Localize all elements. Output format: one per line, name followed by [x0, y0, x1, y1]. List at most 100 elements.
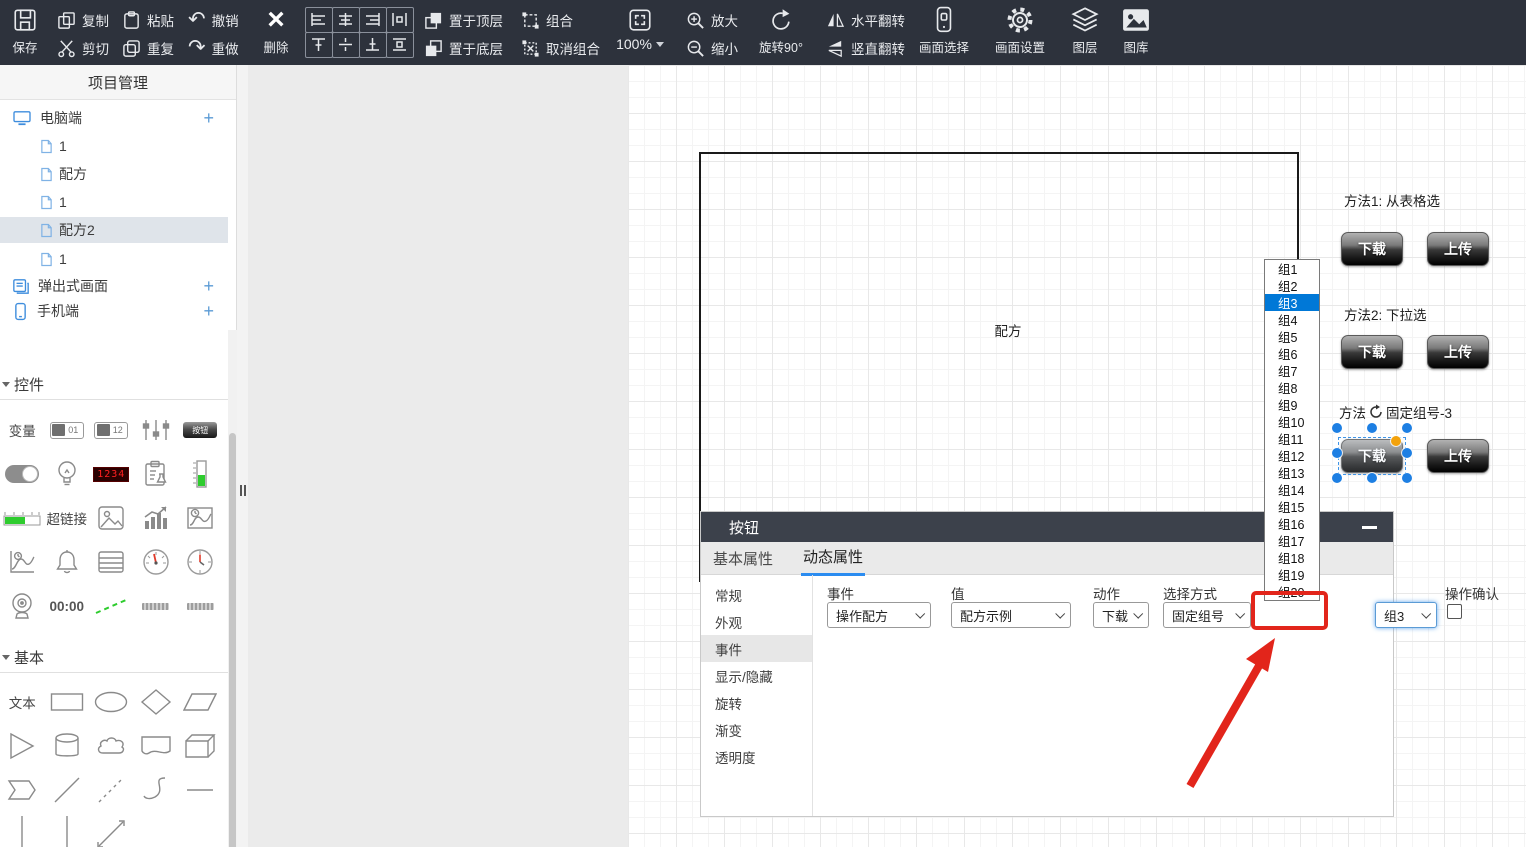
shape-parallelogram[interactable] — [178, 680, 223, 724]
dropdown-item[interactable]: 组6 — [1265, 345, 1319, 362]
event-select[interactable]: 操作配方 — [827, 602, 931, 628]
widget-trend-text[interactable] — [134, 584, 179, 628]
dropdown-item[interactable]: 组11 — [1265, 430, 1319, 447]
dropdown-item[interactable]: 组16 — [1265, 515, 1319, 532]
widget-bar-chart[interactable] — [134, 496, 179, 540]
method1-title[interactable]: 方法1: 从表格选 — [1344, 190, 1440, 210]
widget-gauge[interactable] — [134, 540, 179, 584]
panel-splitter[interactable] — [236, 65, 248, 847]
method2-title[interactable]: 方法2: 下拉选 — [1344, 304, 1427, 324]
distribute-h-button[interactable] — [386, 7, 414, 33]
widget-alarm-bell[interactable] — [45, 540, 90, 584]
shape-triangle[interactable] — [0, 724, 45, 768]
menu-item-opacity[interactable]: 透明度 — [701, 743, 812, 770]
shape-cloud[interactable] — [89, 724, 134, 768]
widget-clock[interactable] — [178, 540, 223, 584]
menu-item-event[interactable]: 事件 — [701, 635, 812, 662]
shape-rectangle[interactable] — [45, 680, 90, 724]
rotate90-button[interactable]: 旋转90° — [750, 4, 812, 56]
widget-time[interactable]: 00:00 — [45, 584, 90, 628]
basic-section-header[interactable]: 基本 — [0, 643, 228, 673]
tree-node-page[interactable]: 配方 — [0, 161, 228, 187]
widget-progress-bar[interactable] — [0, 496, 45, 540]
shape-dashed-line[interactable] — [89, 768, 134, 812]
menu-item-show-hide[interactable]: 显示/隐藏 — [701, 662, 812, 689]
flip-v-button[interactable]: 竖直翻转 — [826, 36, 905, 60]
tree-node-popup[interactable]: 弹出式画面 + — [0, 273, 228, 299]
undo-button[interactable]: ↶ 撤销 — [188, 8, 239, 32]
align-left-button[interactable] — [305, 7, 333, 33]
selection-handle-sw[interactable] — [1332, 473, 1342, 483]
group-button[interactable]: 组合 — [521, 8, 573, 32]
selection-handle-w[interactable] — [1332, 448, 1342, 458]
widget-digital-display[interactable]: 1234 — [89, 452, 134, 496]
method3-upload-button[interactable]: 上传 — [1427, 439, 1489, 473]
zoom-out-button[interactable]: 缩小 — [686, 36, 738, 60]
repeat-button[interactable]: 重复 — [122, 36, 174, 60]
ungroup-button[interactable]: 取消组合 — [521, 36, 600, 60]
widget-lamp[interactable] — [45, 452, 90, 496]
selection-handle-s[interactable] — [1367, 473, 1377, 483]
bring-front-button[interactable]: 置于顶层 — [424, 8, 503, 32]
flip-h-button[interactable]: 水平翻转 — [826, 8, 905, 32]
menu-item-general[interactable]: 常规 — [701, 581, 812, 608]
action-select[interactable]: 下载 — [1093, 602, 1149, 628]
add-screen-button[interactable]: + — [203, 111, 214, 125]
copy-button[interactable]: 复制 — [57, 8, 109, 32]
widget-trend-chart[interactable] — [0, 540, 45, 584]
zoom-level-display[interactable]: 100% — [612, 36, 668, 52]
tree-node-page[interactable]: 1 — [0, 133, 228, 159]
align-middle-v-button[interactable] — [332, 32, 360, 58]
selection-handle-nw[interactable] — [1332, 423, 1342, 433]
dropdown-item[interactable]: 组17 — [1265, 532, 1319, 549]
shape-double-arrow[interactable] — [89, 812, 134, 847]
method2-upload-button[interactable]: 上传 — [1427, 335, 1489, 369]
scrollbar-thumb[interactable] — [229, 433, 236, 847]
save-button[interactable]: 保存 — [6, 4, 44, 56]
dropdown-item[interactable]: 组18 — [1265, 549, 1319, 566]
selection-handle-e[interactable] — [1402, 448, 1412, 458]
selection-handle-se[interactable] — [1402, 473, 1412, 483]
widget-switch-01[interactable]: 01 — [45, 408, 90, 452]
send-back-button[interactable]: 置于底层 — [424, 36, 503, 60]
dropdown-item[interactable]: 组8 — [1265, 379, 1319, 396]
dropdown-item[interactable]: 组12 — [1265, 447, 1319, 464]
layers-button[interactable]: 图层 — [1061, 4, 1109, 56]
delete-button[interactable]: × 删除 — [256, 4, 296, 56]
zoom-in-button[interactable]: 放大 — [686, 8, 738, 32]
screen-select-button[interactable]: 画面选择 — [915, 4, 973, 56]
redo-button[interactable]: ↷ 重做 — [188, 36, 239, 60]
shape-line[interactable] — [45, 768, 90, 812]
dropdown-item[interactable]: 组5 — [1265, 328, 1319, 345]
rotation-handle[interactable] — [1391, 436, 1401, 446]
method1-upload-button[interactable]: 上传 — [1427, 232, 1489, 266]
tree-node-page[interactable]: 1 — [0, 246, 228, 272]
dropdown-item[interactable]: 组14 — [1265, 481, 1319, 498]
widget-image[interactable] — [89, 496, 134, 540]
dropdown-item[interactable]: 组4 — [1265, 311, 1319, 328]
align-top-button[interactable] — [305, 32, 333, 58]
dropdown-item[interactable]: 组9 — [1265, 396, 1319, 413]
widget-hyperlink[interactable]: 超链接 — [45, 496, 90, 540]
dropdown-item[interactable]: 组19 — [1265, 566, 1319, 583]
group-number-select[interactable]: 组3 — [1375, 602, 1437, 628]
shape-cube[interactable] — [178, 724, 223, 768]
widget-level-bar[interactable] — [178, 452, 223, 496]
dropdown-item[interactable]: 组2 — [1265, 277, 1319, 294]
shape-hline[interactable] — [178, 768, 223, 812]
dropdown-item[interactable]: 组7 — [1265, 362, 1319, 379]
widget-variable[interactable]: 变量 — [0, 408, 45, 452]
align-bottom-button[interactable] — [359, 32, 387, 58]
dropdown-item[interactable]: 组15 — [1265, 498, 1319, 515]
method1-download-button[interactable]: 下载 — [1341, 232, 1403, 266]
value-select[interactable]: 配方示例 — [951, 602, 1071, 628]
distribute-v-button[interactable] — [386, 32, 414, 58]
align-center-h-button[interactable] — [332, 7, 360, 33]
tree-node-page-selected[interactable]: 配方2 — [0, 217, 228, 243]
method2-download-button[interactable]: 下载 — [1341, 335, 1403, 369]
tab-basic-properties[interactable]: 基本属性 — [711, 542, 775, 575]
selection-handle-n[interactable] — [1367, 423, 1377, 433]
controls-section-header[interactable]: 控件 — [0, 370, 228, 400]
shape-text[interactable]: 文本 — [0, 680, 45, 724]
widget-dynamic-text[interactable] — [178, 584, 223, 628]
